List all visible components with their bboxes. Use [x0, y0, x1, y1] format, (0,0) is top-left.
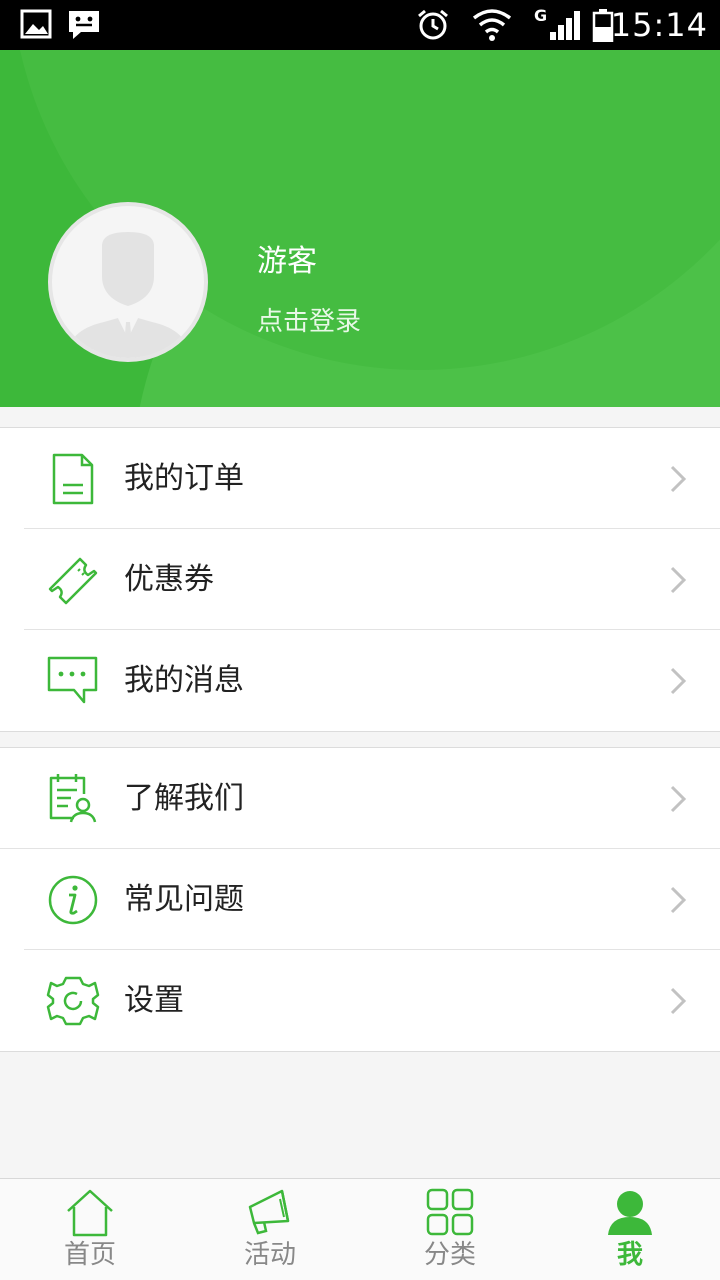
profile-header[interactable]: 游客 点击登录: [0, 50, 720, 407]
signal-icon: [548, 8, 582, 46]
chat-notification-icon: [67, 8, 101, 46]
tab-categories[interactable]: 分类: [360, 1179, 540, 1280]
menu-item-messages[interactable]: 我的消息: [0, 630, 720, 731]
tab-me[interactable]: 我: [540, 1179, 720, 1280]
chevron-right-icon: [666, 784, 690, 814]
tab-activities[interactable]: 活动: [180, 1179, 360, 1280]
menu-item-settings[interactable]: 设置: [0, 950, 720, 1051]
bottom-nav: 首页 活动 分类 我: [0, 1178, 720, 1280]
menu-item-orders[interactable]: 我的订单: [0, 428, 720, 529]
tab-label: 分类: [423, 1240, 476, 1270]
username: 游客: [257, 244, 317, 279]
image-icon: [20, 8, 52, 44]
status-time: 15:14: [610, 6, 708, 44]
tab-label: 首页: [63, 1240, 116, 1270]
network-type-label: G: [534, 6, 548, 25]
tab-home[interactable]: 首页: [0, 1179, 180, 1280]
person-icon: [604, 1187, 656, 1239]
chevron-right-icon: [666, 565, 690, 595]
menu-item-label: 优惠券: [124, 562, 214, 597]
home-icon: [64, 1187, 116, 1239]
tab-label: 我: [616, 1240, 643, 1270]
message-bubble-icon: [46, 654, 100, 708]
avatar[interactable]: [48, 202, 208, 362]
menu-item-coupons[interactable]: 优惠券: [0, 529, 720, 630]
wifi-icon: [472, 8, 512, 46]
order-document-icon: [46, 452, 100, 506]
settings-gear-icon: [46, 974, 100, 1028]
menu-item-label: 我的订单: [124, 461, 244, 496]
megaphone-icon: [244, 1187, 296, 1239]
info-icon: [46, 873, 100, 927]
menu-item-label: 我的消息: [124, 663, 244, 698]
person-silhouette-icon: [66, 232, 190, 358]
chevron-right-icon: [666, 464, 690, 494]
menu-item-label: 设置: [124, 983, 184, 1018]
menu-item-label: 常见问题: [124, 882, 244, 917]
chevron-right-icon: [666, 986, 690, 1016]
coupon-ticket-icon: [46, 553, 100, 607]
status-bar: G 15:14: [0, 0, 720, 50]
login-link[interactable]: 点击登录: [257, 302, 361, 342]
menu-group-account: 我的订单 优惠券 我的消息: [0, 427, 720, 732]
category-grid-icon: [424, 1187, 476, 1239]
about-us-icon: [46, 772, 100, 826]
menu-item-faq[interactable]: 常见问题: [0, 849, 720, 950]
menu-item-about-us[interactable]: 了解我们: [0, 748, 720, 849]
chevron-right-icon: [666, 885, 690, 915]
chevron-right-icon: [666, 666, 690, 696]
tab-label: 活动: [243, 1240, 296, 1270]
menu-item-label: 了解我们: [124, 781, 244, 816]
alarm-icon: [416, 8, 450, 46]
menu-group-info: 了解我们 常见问题 设置: [0, 747, 720, 1052]
